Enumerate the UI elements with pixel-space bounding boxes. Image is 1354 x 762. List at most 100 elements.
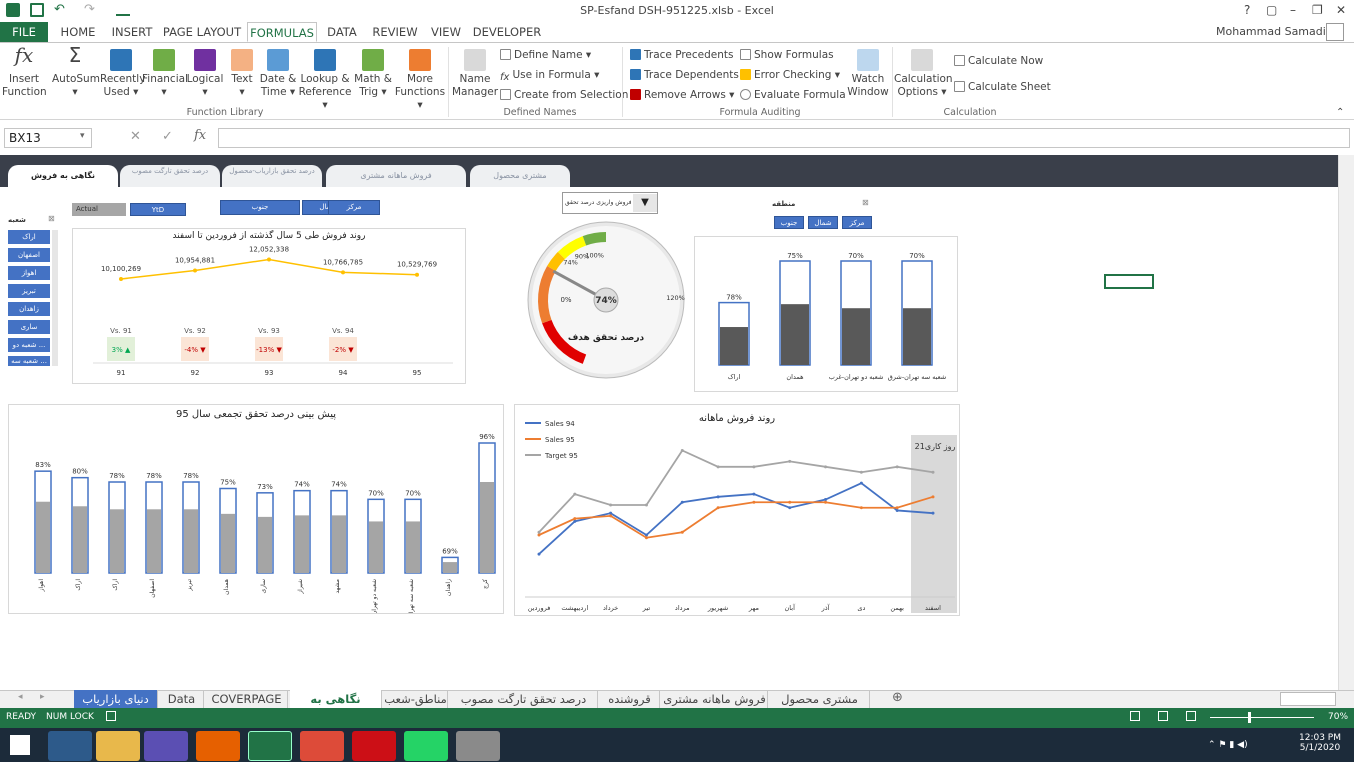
ribbon-display-button[interactable]: ▢ xyxy=(1266,3,1277,17)
whatsapp-icon[interactable] xyxy=(404,731,448,761)
region-clear-filter-icon[interactable]: ⊠ xyxy=(862,198,869,207)
trace-precedents-button[interactable]: Trace Precedents xyxy=(630,49,734,61)
sheet-tab[interactable]: مشتری محصول xyxy=(770,690,870,708)
firefox-icon[interactable] xyxy=(196,731,240,761)
restore-button[interactable]: ❐ xyxy=(1312,3,1323,17)
page-break-view-icon[interactable] xyxy=(1186,711,1196,721)
region-slicer-center[interactable]: مرکز xyxy=(842,216,872,229)
collapse-ribbon-icon[interactable]: ⌃ xyxy=(1336,107,1344,118)
name-box[interactable]: BX13 xyxy=(4,128,92,148)
dash-tab-monthly-customer[interactable]: فروش ماهانه مشتری xyxy=(326,165,466,187)
dash-tab-target-achievement[interactable]: درصد تحقق تارگت مصوب xyxy=(120,165,220,187)
branch-item[interactable]: زاهدان xyxy=(8,302,50,316)
tab-review[interactable]: REVIEW xyxy=(370,22,420,42)
show-formulas-button[interactable]: Show Formulas xyxy=(740,49,834,61)
sheet-tab[interactable]: قروشنده xyxy=(600,690,660,708)
ie-icon[interactable] xyxy=(48,731,92,761)
formula-input[interactable] xyxy=(218,128,1350,148)
horizontal-scrollbar[interactable] xyxy=(1280,692,1336,706)
insert-function-icon[interactable]: fx xyxy=(194,128,206,143)
calculate-sheet-button[interactable]: Calculate Sheet xyxy=(954,81,1051,93)
define-name-button[interactable]: Define Name ▾ xyxy=(500,49,591,61)
name-box-dropdown-icon[interactable]: ▾ xyxy=(80,131,85,141)
use-in-formula-button[interactable]: fx Use in Formula ▾ xyxy=(500,69,599,83)
tray-icons[interactable]: ⌃ ⚑ ▮ ◀) xyxy=(1208,740,1248,750)
new-sheet-icon[interactable]: ⊕ xyxy=(892,690,903,705)
help-button[interactable]: ? xyxy=(1244,3,1250,17)
branch-item[interactable]: شعبه دو ... xyxy=(8,338,50,352)
calculation-options-button[interactable]: Calculation Options ▾ xyxy=(894,49,953,99)
lookup-reference-button[interactable]: Lookup & Reference ▾ xyxy=(298,49,352,112)
metric-dropdown[interactable]: فروش واریزی درصد تحقق ▼ xyxy=(562,192,658,214)
tab-data[interactable]: DATA xyxy=(322,22,362,42)
zoom-slider-thumb[interactable] xyxy=(1248,712,1251,723)
next-sheet-icon[interactable]: ▸ xyxy=(40,692,45,702)
tab-file[interactable]: FILE xyxy=(0,22,48,42)
branch-item[interactable]: اهواز xyxy=(8,266,50,280)
zoom-level[interactable]: 70% xyxy=(1328,712,1348,722)
sheet-tab-active[interactable]: نگاهی به فروش xyxy=(290,690,382,724)
actual-toggle[interactable]: Actual xyxy=(72,203,126,216)
sheet-tab[interactable]: دنیای بازاریاب xyxy=(74,690,158,708)
clock[interactable]: 12:03 PM 5/1/2020 xyxy=(1294,733,1346,753)
tab-developer[interactable]: DEVELOPER xyxy=(472,22,542,42)
tab-formulas[interactable]: FORMULAS xyxy=(247,22,317,42)
create-from-selection-button[interactable]: Create from Selection xyxy=(500,89,628,101)
branch-item[interactable]: ساری xyxy=(8,320,50,334)
remove-arrows-button[interactable]: Remove Arrows ▾ xyxy=(630,89,734,101)
calculate-now-button[interactable]: Calculate Now xyxy=(954,55,1043,67)
date-time-button[interactable]: Date & Time ▾ xyxy=(258,49,298,99)
region-south-button[interactable]: جنوب xyxy=(220,200,300,215)
dash-tab-customer-product[interactable]: مشتری محصول xyxy=(470,165,570,187)
selected-cell[interactable] xyxy=(1104,274,1154,289)
evaluate-formula-button[interactable]: Evaluate Formula xyxy=(740,89,846,101)
tab-home[interactable]: HOME xyxy=(56,22,100,42)
excel-taskbar-icon[interactable] xyxy=(248,731,292,761)
avatar[interactable] xyxy=(1326,23,1344,41)
clear-filter-icon[interactable]: ⊠ xyxy=(48,214,55,223)
windows-start-icon[interactable] xyxy=(10,735,30,755)
tab-insert[interactable]: INSERT xyxy=(108,22,156,42)
sheet-tab[interactable]: Data xyxy=(160,690,204,708)
sheet-tab[interactable]: مناطق-شعب xyxy=(384,690,448,708)
ytd-toggle[interactable]: YtD xyxy=(130,203,186,216)
tab-view[interactable]: VIEW xyxy=(428,22,464,42)
sheet-tab[interactable]: COVERPAGE xyxy=(206,690,288,708)
watch-window-button[interactable]: Watch Window xyxy=(846,49,890,99)
visual-studio-icon[interactable] xyxy=(144,731,188,761)
minimize-button[interactable]: – xyxy=(1290,3,1296,17)
more-functions-button[interactable]: More Functions ▾ xyxy=(394,49,446,112)
file-explorer-icon[interactable] xyxy=(96,731,140,761)
math-trig-button[interactable]: Math & Trig ▾ xyxy=(352,49,394,99)
dropdown-arrow-icon[interactable]: ▼ xyxy=(633,194,657,212)
page-layout-view-icon[interactable] xyxy=(1158,711,1168,721)
zoom-slider[interactable] xyxy=(1210,717,1314,718)
financial-button[interactable]: Financial ▾ xyxy=(142,49,188,99)
recently-used-button[interactable]: Recently Used ▾ xyxy=(100,49,145,99)
user-name[interactable]: Mohammad Samadi xyxy=(1216,25,1326,38)
region-slicer-north[interactable]: شمال xyxy=(808,216,838,229)
name-manager-button[interactable]: Name Manager xyxy=(452,49,498,99)
tab-page-layout[interactable]: PAGE LAYOUT xyxy=(162,22,242,42)
autosum-button[interactable]: Σ AutoSum ▾ xyxy=(52,45,100,99)
dash-tab-sales-overview[interactable]: نگاهی به فروش xyxy=(8,165,118,187)
close-button[interactable]: ✕ xyxy=(1336,3,1346,17)
error-checking-button[interactable]: Error Checking ▾ xyxy=(740,69,840,81)
dash-tab-marketer-product[interactable]: درصد تحقق بازاریاب-محصول xyxy=(222,165,322,187)
insert-function-button[interactable]: fx Insert Function xyxy=(2,45,47,99)
sheet-tab[interactable]: درصد تحقق تارگت مصوب xyxy=(450,690,598,708)
branch-item[interactable]: اراک xyxy=(8,230,50,244)
branch-item[interactable]: شعبه سه ... xyxy=(8,356,50,366)
text-button[interactable]: Text ▾ xyxy=(226,49,258,99)
sheet-tab[interactable]: فروش ماهانه مشتری xyxy=(662,690,768,708)
enter-formula-icon[interactable]: ✓ xyxy=(162,129,173,144)
region-center-button[interactable]: مرکز xyxy=(328,200,380,215)
branch-item[interactable]: اصفهان xyxy=(8,248,50,262)
logical-button[interactable]: Logical ▾ xyxy=(186,49,224,99)
vertical-scrollbar[interactable] xyxy=(1338,155,1354,690)
prev-sheet-icon[interactable]: ◂ xyxy=(18,692,23,702)
branch-item[interactable]: تبریز xyxy=(8,284,50,298)
region-slicer-south[interactable]: جنوب xyxy=(774,216,804,229)
slicer-scrollbar[interactable] xyxy=(52,230,58,366)
normal-view-icon[interactable] xyxy=(1130,711,1140,721)
